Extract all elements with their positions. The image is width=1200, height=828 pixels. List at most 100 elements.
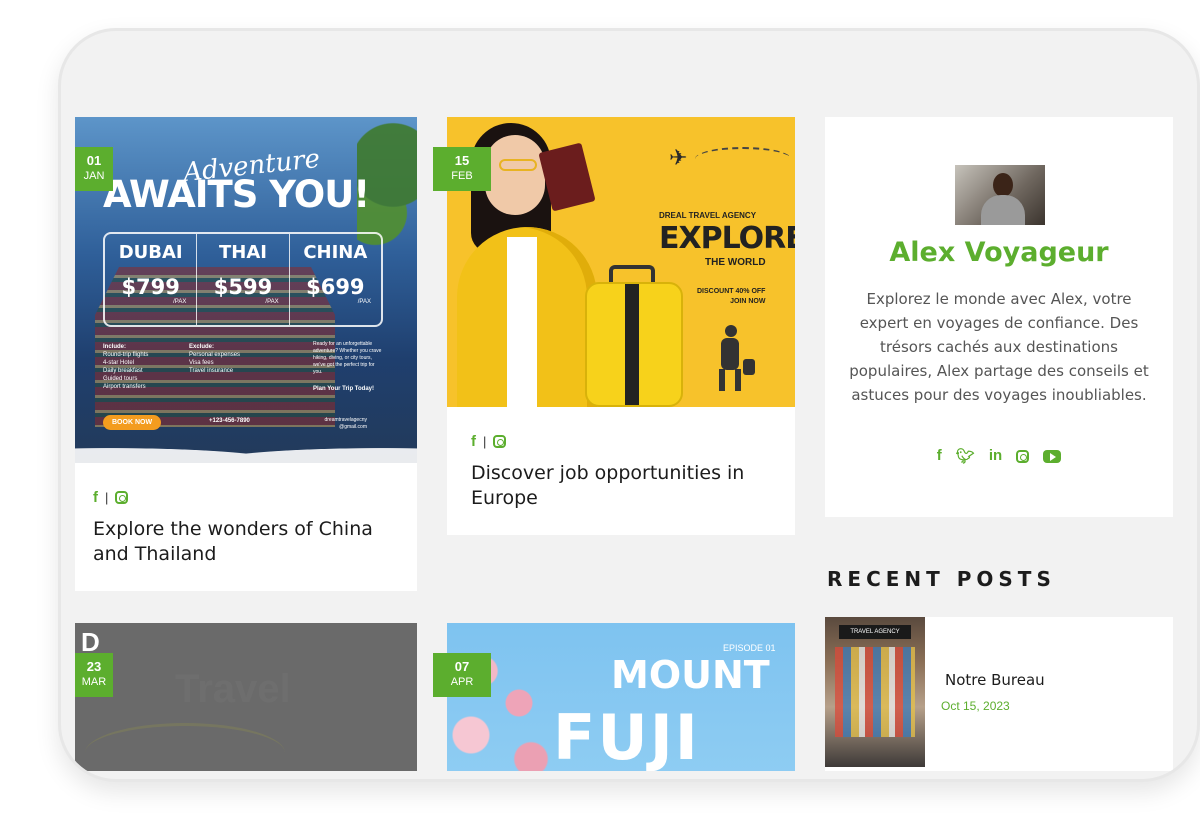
- post-image[interactable]: ✈ DREAL TRAVEL AGENCY EXPLORE THE WORLD …: [447, 117, 795, 407]
- promo-brand: DREAL TRAVEL AGENCY: [659, 211, 757, 220]
- post-image[interactable]: Adventure AWAITS YOU! DUBAI $799 /PAX TH…: [75, 117, 417, 463]
- instagram-icon[interactable]: [493, 435, 507, 448]
- exclude-item: Travel insurance: [189, 368, 234, 374]
- promo-headline: EXPLORE: [659, 221, 795, 256]
- exclude-list: Exclude: Personal expenses Visa fees Tra…: [189, 343, 269, 375]
- date-day: 15: [454, 153, 470, 168]
- date-badge: 23 MAR: [75, 653, 113, 697]
- post-card[interactable]: EPISODE 01 MOUNT FUJI 07 APR: [433, 623, 795, 771]
- author-bio: Explorez le monde avec Alex, votre exper…: [849, 290, 1149, 404]
- plan-trip-text: Plan Your Trip Today!: [313, 386, 375, 392]
- twitter-icon[interactable]: 🐦︎: [956, 447, 975, 465]
- promo-phone: +123-456-7890: [209, 418, 250, 424]
- linkedin-icon[interactable]: in: [989, 447, 1002, 465]
- share-icons: f |: [93, 489, 129, 506]
- date-month: JAN: [83, 170, 105, 182]
- date-month: APR: [450, 676, 474, 688]
- device-frame: Adventure AWAITS YOU! DUBAI $799 /PAX TH…: [58, 28, 1200, 782]
- include-item: Airport transfers: [103, 384, 146, 390]
- include-list: Include: Round-trip flights 4-star Hotel…: [103, 343, 183, 391]
- airplane-icon: ✈: [669, 145, 688, 170]
- post-title[interactable]: Explore the wonders of China and Thailan…: [93, 517, 403, 567]
- instagram-icon[interactable]: [1016, 450, 1030, 463]
- date-badge: 15 FEB: [433, 147, 491, 191]
- include-item: Round-trip flights: [103, 352, 149, 358]
- promo-headline: MOUNT: [611, 653, 770, 697]
- youtube-icon[interactable]: [1043, 450, 1062, 463]
- destination-name: DUBAI: [118, 242, 183, 263]
- exclude-item: Personal expenses: [189, 352, 241, 358]
- poster-graphic: [835, 647, 915, 737]
- date-badge: 07 APR: [433, 653, 491, 697]
- share-separator: |: [483, 434, 487, 449]
- include-item: Guided tours: [103, 376, 138, 382]
- facebook-icon[interactable]: f: [471, 433, 476, 450]
- promo-subline: FUJI: [553, 701, 700, 771]
- recent-post-title[interactable]: Notre Bureau: [945, 671, 1045, 689]
- facebook-icon[interactable]: f: [937, 447, 942, 465]
- promo-email: dreamtravelagecny @gmail.com: [324, 417, 367, 430]
- promo-subline: THE WORLD: [705, 257, 766, 268]
- recent-post-thumbnail[interactable]: TRAVEL AGENCY: [825, 617, 925, 767]
- date-month: MAR: [81, 676, 107, 688]
- price-unit: /PAX: [357, 299, 371, 305]
- post-title[interactable]: Discover job opportunities in Europe: [471, 461, 781, 511]
- promo-headline: AWAITS YOU!: [103, 173, 370, 216]
- post-image[interactable]: D Travel: [75, 623, 417, 771]
- share-separator: |: [105, 490, 109, 505]
- destination-price: $699: [306, 275, 365, 299]
- promo-discount: DISCOUNT 40% OFF JOIN NOW: [697, 287, 765, 307]
- cherry-blossom-graphic: [447, 623, 567, 771]
- post-image[interactable]: EPISODE 01 MOUNT FUJI: [447, 623, 795, 771]
- include-item: Daily breakfast: [103, 368, 143, 374]
- recent-post-item[interactable]: TRAVEL AGENCY Notre Bureau Oct 15, 2023: [825, 617, 1173, 771]
- recent-posts-heading: RECENT POSTS: [827, 567, 1056, 591]
- destination-name: THAI: [219, 242, 267, 263]
- author-widget: Alex Voyageur Explorez le monde avec Ale…: [825, 117, 1173, 517]
- destination-china: CHINA $699 /PAX: [290, 234, 381, 325]
- instagram-icon[interactable]: [115, 491, 129, 504]
- walking-traveler-icon: [715, 325, 755, 395]
- discount-text: DISCOUNT 40% OFF: [697, 288, 766, 295]
- avatar: [955, 165, 1045, 225]
- episode-label: EPISODE 01: [723, 643, 776, 653]
- destination-dubai: DUBAI $799 /PAX: [105, 234, 198, 325]
- ghost-text: Travel: [175, 667, 291, 711]
- post-card[interactable]: D Travel 23 MAR: [75, 623, 417, 771]
- destination-name: CHINA: [303, 242, 368, 263]
- date-day: 07: [454, 659, 470, 674]
- date-month: FEB: [451, 170, 473, 182]
- decorative-arc: [85, 723, 285, 771]
- price-unit: /PAX: [265, 299, 279, 305]
- include-item: 4-star Hotel: [103, 360, 135, 366]
- exclude-item: Visa fees: [189, 360, 214, 366]
- join-now-text: JOIN NOW: [730, 298, 766, 305]
- destination-prices: DUBAI $799 /PAX THAI $599 /PAX CHINA $69…: [103, 232, 383, 327]
- date-day: 01: [86, 153, 102, 168]
- exclude-label: Exclude:: [189, 344, 215, 350]
- face-shape: [485, 135, 545, 215]
- include-label: Include:: [103, 344, 127, 350]
- facebook-icon[interactable]: f: [93, 489, 98, 506]
- post-card[interactable]: ✈ DREAL TRAVEL AGENCY EXPLORE THE WORLD …: [433, 117, 795, 535]
- date-badge: 01 JAN: [75, 147, 113, 191]
- shirt-shape: [507, 237, 537, 407]
- flight-trail: [695, 147, 791, 171]
- destination-price: $799: [121, 275, 180, 299]
- date-day: 23: [86, 659, 102, 674]
- shop-sign: TRAVEL AGENCY: [839, 625, 911, 639]
- glasses-shape: [499, 159, 537, 171]
- cloud-graphic: [75, 437, 417, 463]
- author-name: Alex Voyageur: [889, 237, 1109, 268]
- promo-blurb: Ready for an unforgettable adventure? Wh…: [313, 341, 382, 375]
- blog-viewport: Adventure AWAITS YOU! DUBAI $799 /PAX TH…: [75, 117, 1187, 771]
- destination-price: $599: [213, 275, 273, 299]
- recent-post-date: Oct 15, 2023: [941, 699, 1010, 713]
- destination-thai: THAI $599 /PAX: [197, 234, 290, 325]
- share-icons: f |: [471, 433, 507, 450]
- post-card[interactable]: Adventure AWAITS YOU! DUBAI $799 /PAX TH…: [75, 117, 417, 591]
- book-now-button[interactable]: BOOK NOW: [103, 415, 162, 430]
- price-unit: /PAX: [173, 299, 187, 305]
- suitcase-shape: [585, 282, 683, 407]
- author-social-links: f 🐦︎ in: [825, 447, 1173, 465]
